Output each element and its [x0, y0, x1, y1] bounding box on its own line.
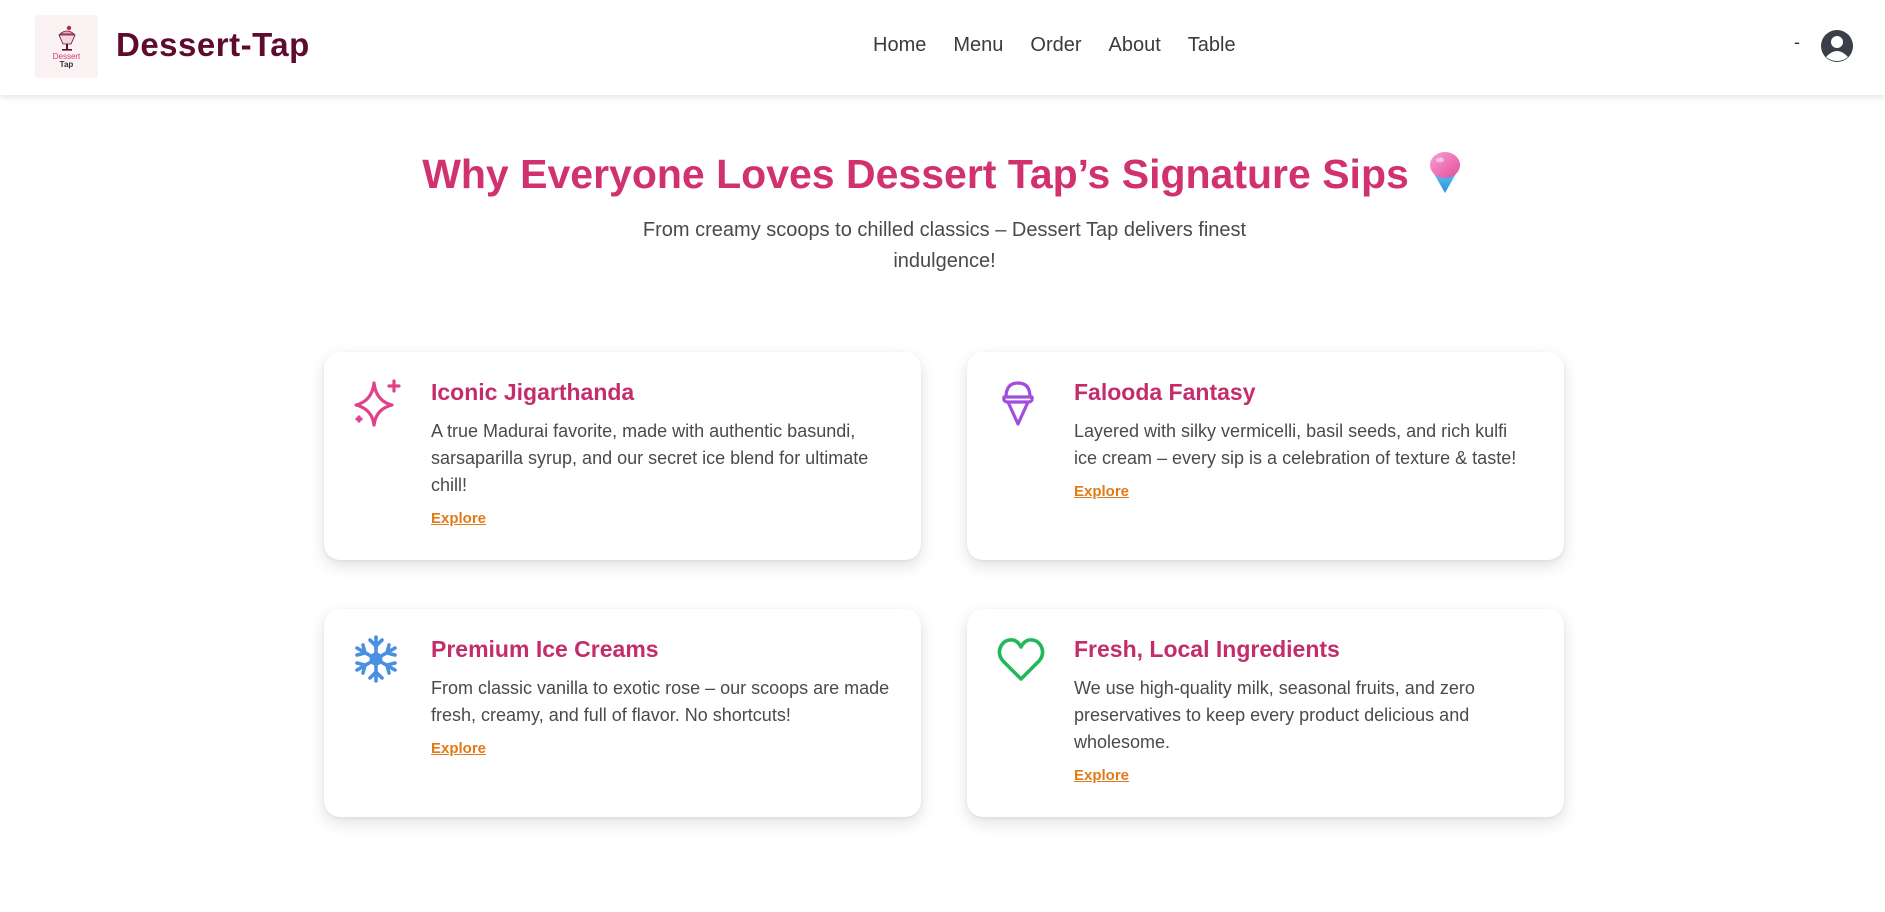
- explore-link[interactable]: Explore: [431, 740, 486, 757]
- explore-link[interactable]: Explore: [1074, 767, 1129, 784]
- card-title: Iconic Jigarthanda: [431, 379, 635, 405]
- user-name: -: [1794, 32, 1800, 52]
- site-header: Dessert Tap Dessert-Tap Home Menu Order …: [0, 0, 1885, 95]
- nav-about[interactable]: About: [1109, 34, 1161, 57]
- page-subtitle: From creamy scoops to chilled classics –…: [642, 219, 1247, 272]
- card-title: Falooda Fantasy: [1074, 379, 1256, 405]
- card-title: Fresh, Local Ingredients: [1074, 636, 1340, 662]
- explore-link[interactable]: Explore: [431, 510, 486, 527]
- feature-card-jigarthanda: Iconic Jigarthanda A true Madurai favori…: [324, 352, 921, 560]
- feature-card-ingredients: Fresh, Local Ingredients We use high-qua…: [967, 609, 1564, 817]
- explore-link[interactable]: Explore: [1074, 483, 1129, 500]
- card-description: From classic vanilla to exotic rose – ou…: [431, 678, 890, 725]
- ice-cream-icon: [1002, 381, 1034, 426]
- nav-table[interactable]: Table: [1188, 34, 1236, 57]
- snowflake-icon: [355, 635, 397, 683]
- page-title: Why Everyone Loves Dessert Tap’s Signatu…: [0, 151, 1885, 198]
- heart-icon: [997, 638, 1045, 681]
- sundae-icon: [57, 25, 76, 51]
- nav-home[interactable]: Home: [873, 34, 926, 57]
- nav-menu[interactable]: Menu: [953, 34, 1003, 57]
- main-nav: Home Menu Order About Table: [873, 34, 1236, 57]
- nav-order[interactable]: Order: [1030, 34, 1081, 57]
- card-title: Premium Ice Creams: [431, 636, 659, 662]
- card-description: A true Madurai favorite, made with authe…: [431, 421, 869, 495]
- feature-card-falooda: Falooda Fantasy Layered with silky vermi…: [967, 352, 1564, 560]
- card-description: We use high-quality milk, seasonal fruit…: [1074, 678, 1475, 752]
- logo-text-bottom: Tap: [59, 60, 74, 69]
- user-avatar-icon[interactable]: [1820, 29, 1854, 63]
- sparkles-icon: [354, 379, 401, 427]
- site-logo[interactable]: Dessert Tap: [35, 15, 98, 78]
- brand-name[interactable]: Dessert-Tap: [116, 26, 310, 64]
- feature-card-ice-creams: Premium Ice Creams From classic vanilla …: [324, 609, 921, 817]
- shaved-ice-icon: [1429, 152, 1460, 194]
- page-title-text: Why Everyone Loves Dessert Tap’s Signatu…: [422, 151, 1409, 197]
- card-description: Layered with silky vermicelli, basil see…: [1074, 421, 1517, 468]
